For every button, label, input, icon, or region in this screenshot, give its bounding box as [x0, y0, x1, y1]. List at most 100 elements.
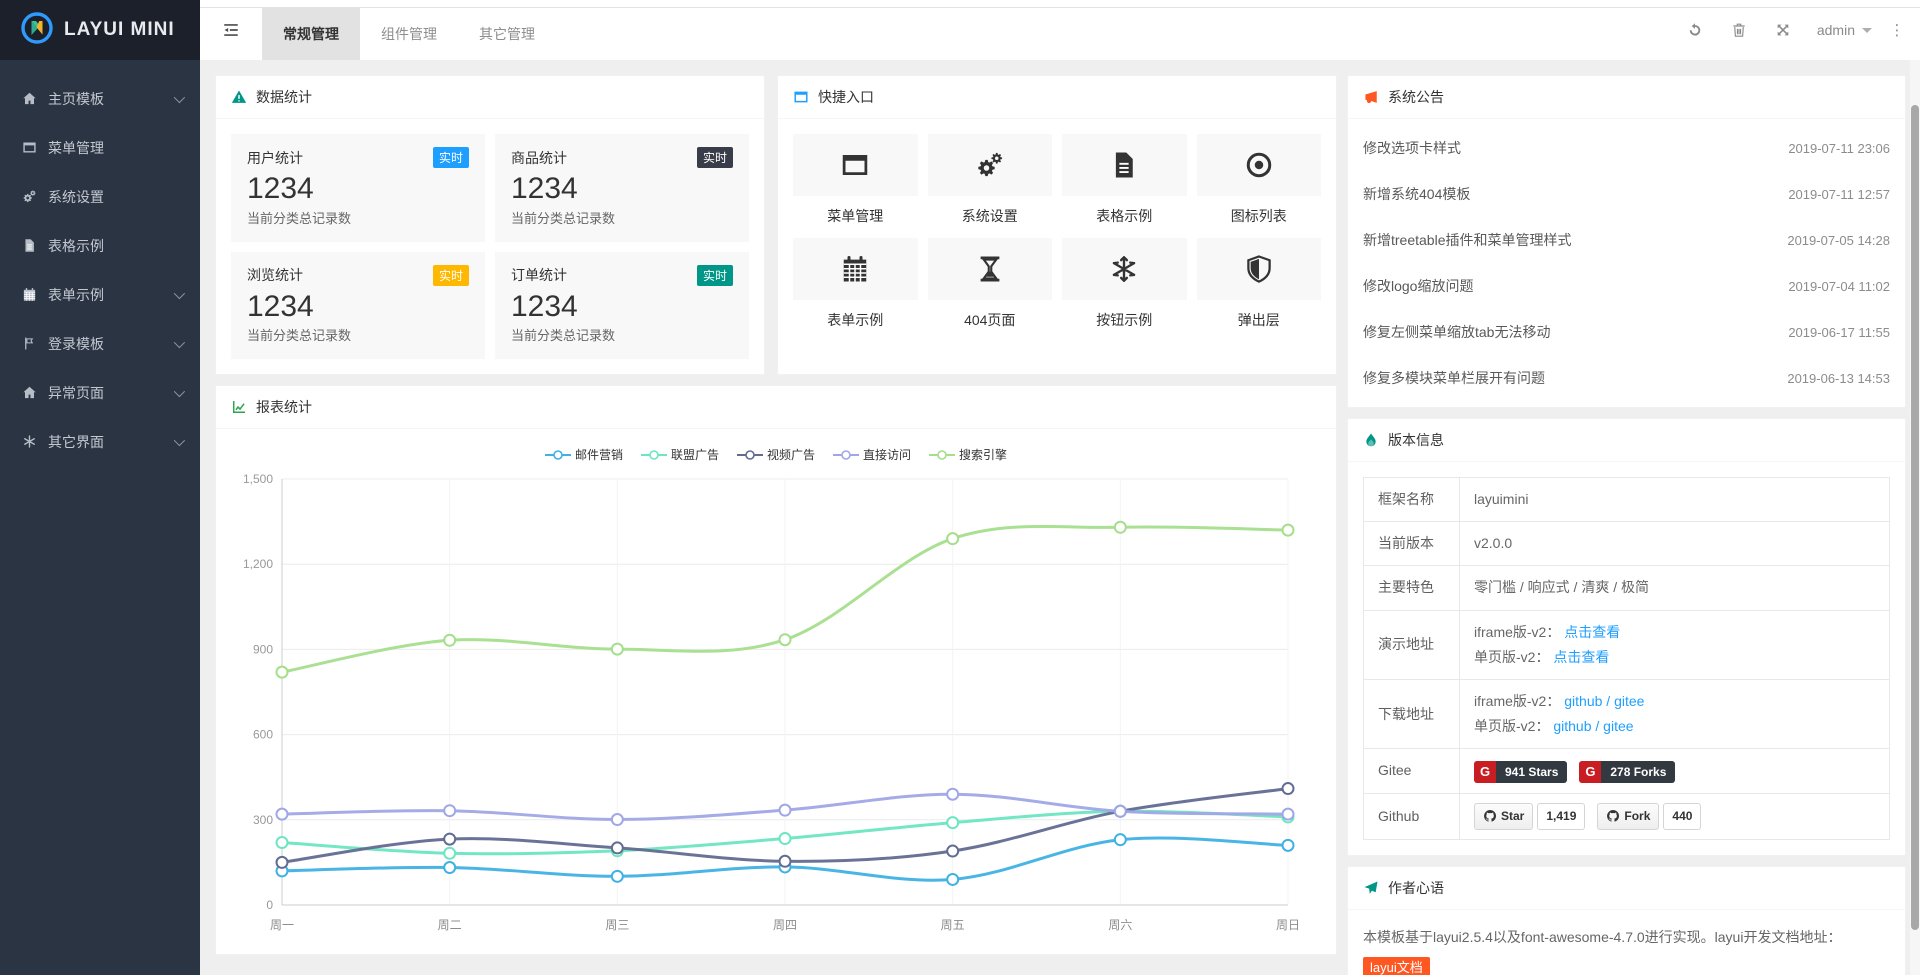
announcement-date: 2019-06-13 14:53 [1787, 371, 1890, 386]
sidebar-item-3[interactable]: 系统设置 [0, 172, 200, 221]
tab-3[interactable]: 其它管理 [458, 8, 556, 60]
version-link[interactable]: github [1553, 718, 1591, 734]
stat-value: 1234 [247, 170, 469, 208]
quick-entry-1[interactable]: 菜单管理 [793, 134, 918, 226]
sidebar-item-label: 其它界面 [48, 432, 104, 452]
legend-label: 邮件营销 [575, 446, 623, 463]
tab-2[interactable]: 组件管理 [360, 8, 458, 60]
legend-item-3[interactable]: 视频广告 [737, 446, 815, 463]
github-badge[interactable]: Fork 440 [1597, 803, 1701, 831]
sidebar-item-5[interactable]: 表单示例 [0, 270, 200, 319]
chevron-down-icon [174, 434, 185, 445]
brand-title: LAYUI MINI [64, 19, 175, 41]
version-table: 框架名称layuimini当前版本v2.0.0主要特色零门槛 / 响应式 / 清… [1363, 477, 1890, 840]
home-icon [20, 91, 38, 106]
sidebar-item-label: 系统设置 [48, 187, 104, 207]
sidebar-item-7[interactable]: 异常页面 [0, 368, 200, 417]
stat-label: 浏览统计 [247, 265, 303, 285]
quick-entry-2[interactable]: 系统设置 [928, 134, 1053, 226]
stat-card-2: 商品统计实时1234当前分类总记录数 [495, 134, 749, 242]
announcement-row-1[interactable]: 修改选项卡样式2019-07-11 23:06 [1348, 125, 1905, 171]
legend-item-4[interactable]: 直接访问 [833, 446, 911, 463]
sidebar-item-6[interactable]: 登录模板 [0, 319, 200, 368]
version-value-text: layuimini [1474, 491, 1528, 507]
fullscreen-icon[interactable] [1761, 0, 1805, 60]
announcement-row-2[interactable]: 新增系统404模板2019-07-11 12:57 [1348, 171, 1905, 217]
line-chart-icon [231, 399, 247, 415]
stats-card: 数据统计 用户统计实时1234当前分类总记录数商品统计实时1234当前分类总记录… [215, 75, 765, 375]
fire-icon [1363, 432, 1379, 448]
stat-label: 商品统计 [511, 148, 567, 168]
sidebar-item-2[interactable]: 菜单管理 [0, 123, 200, 172]
svg-text:周二: 周二 [438, 918, 462, 932]
sidebar-collapse-button[interactable] [200, 0, 262, 60]
version-row-label: 下载地址 [1364, 679, 1460, 748]
sidebar-item-1[interactable]: 主页模板 [0, 74, 200, 123]
version-row-3: 主要特色零门槛 / 响应式 / 清爽 / 极简 [1364, 566, 1890, 610]
author-title: 作者心语 [1388, 878, 1444, 898]
scrollbar-thumb[interactable] [1911, 105, 1919, 930]
quick-entry-title: 快捷入口 [818, 87, 874, 107]
legend-marker-icon [833, 449, 859, 461]
version-row-value: iframe版-v2： github / gitee单页版-v2： github… [1460, 679, 1890, 748]
legend-label: 视频广告 [767, 446, 815, 463]
gears-icon [928, 134, 1053, 196]
announcement-row-6[interactable]: 修复多模块菜单栏展开有问题2019-06-13 14:53 [1348, 355, 1905, 401]
stat-desc: 当前分类总记录数 [511, 208, 733, 227]
legend-item-1[interactable]: 邮件营销 [545, 446, 623, 463]
quick-entry-7[interactable]: 按钮示例 [1062, 238, 1187, 330]
version-link[interactable]: 点击查看 [1553, 649, 1609, 665]
sidebar-item-label: 表格示例 [48, 236, 104, 256]
chevron-down-icon [174, 287, 185, 298]
gitee-badge[interactable]: G941 Stars [1474, 761, 1567, 783]
version-link[interactable]: github [1564, 693, 1602, 709]
legend-marker-icon [737, 449, 763, 461]
refresh-icon[interactable] [1673, 0, 1717, 60]
caret-down-icon [1862, 28, 1872, 38]
announcement-row-5[interactable]: 修复左侧菜单缩放tab无法移动2019-06-17 11:55 [1348, 309, 1905, 355]
quick-entry-label: 图标列表 [1197, 206, 1322, 226]
stat-badge: 实时 [433, 147, 469, 168]
version-value-text: v2.0.0 [1474, 535, 1512, 551]
stat-label: 用户统计 [247, 148, 303, 168]
tab-1[interactable]: 常规管理 [262, 8, 360, 60]
user-menu[interactable]: admin [1805, 0, 1884, 60]
link-prefix: 单页版-v2： [1474, 649, 1549, 665]
version-value-text: 零门槛 / 响应式 / 清爽 / 极简 [1474, 579, 1649, 595]
legend-item-2[interactable]: 联盟广告 [641, 446, 719, 463]
asterisk-icon [20, 434, 38, 449]
sidebar-item-label: 异常页面 [48, 383, 104, 403]
github-count: 440 [1663, 803, 1701, 831]
version-row-5: 下载地址iframe版-v2： github / gitee单页版-v2： gi… [1364, 679, 1890, 748]
quick-entry-label: 表单示例 [793, 310, 918, 330]
sidebar-item-4[interactable]: 表格示例 [0, 221, 200, 270]
quick-entry-6[interactable]: 404页面 [928, 238, 1053, 330]
announcement-row-4[interactable]: 修改logo缩放问题2019-07-04 11:02 [1348, 263, 1905, 309]
version-link[interactable]: 点击查看 [1564, 624, 1620, 640]
gitee-badge[interactable]: G278 Forks [1579, 761, 1675, 783]
quick-entry-label: 表格示例 [1062, 206, 1187, 226]
announcement-text: 新增treetable插件和菜单管理样式 [1363, 230, 1571, 250]
quick-entry-4[interactable]: 图标列表 [1197, 134, 1322, 226]
sidebar-item-label: 主页模板 [48, 89, 104, 109]
brand-logo-icon [20, 11, 54, 50]
quick-entry-5[interactable]: 表单示例 [793, 238, 918, 330]
version-link[interactable]: gitee [1614, 693, 1644, 709]
quick-entry-8[interactable]: 弹出层 [1197, 238, 1322, 330]
quick-entry-label: 系统设置 [928, 206, 1053, 226]
layui-doc-badge[interactable]: layui文档 [1363, 957, 1430, 975]
github-badge[interactable]: Star1,419 [1474, 803, 1585, 831]
more-menu-icon[interactable]: ⋮ [1884, 21, 1910, 39]
version-row-6: GiteeG941 StarsG278 Forks [1364, 749, 1890, 793]
announcement-date: 2019-07-11 23:06 [1788, 141, 1890, 156]
sidebar-item-8[interactable]: 其它界面 [0, 417, 200, 466]
brand[interactable]: LAYUI MINI [0, 0, 200, 60]
svg-text:周日: 周日 [1276, 918, 1300, 932]
announcement-row-3[interactable]: 新增treetable插件和菜单管理样式2019-07-05 14:28 [1348, 217, 1905, 263]
quick-entry-3[interactable]: 表格示例 [1062, 134, 1187, 226]
sidebar-item-label: 登录模板 [48, 334, 104, 354]
trash-icon[interactable] [1717, 0, 1761, 60]
legend-item-5[interactable]: 搜索引擎 [929, 446, 1007, 463]
version-link[interactable]: gitee [1603, 718, 1633, 734]
github-button-label: Fork [1624, 806, 1650, 828]
